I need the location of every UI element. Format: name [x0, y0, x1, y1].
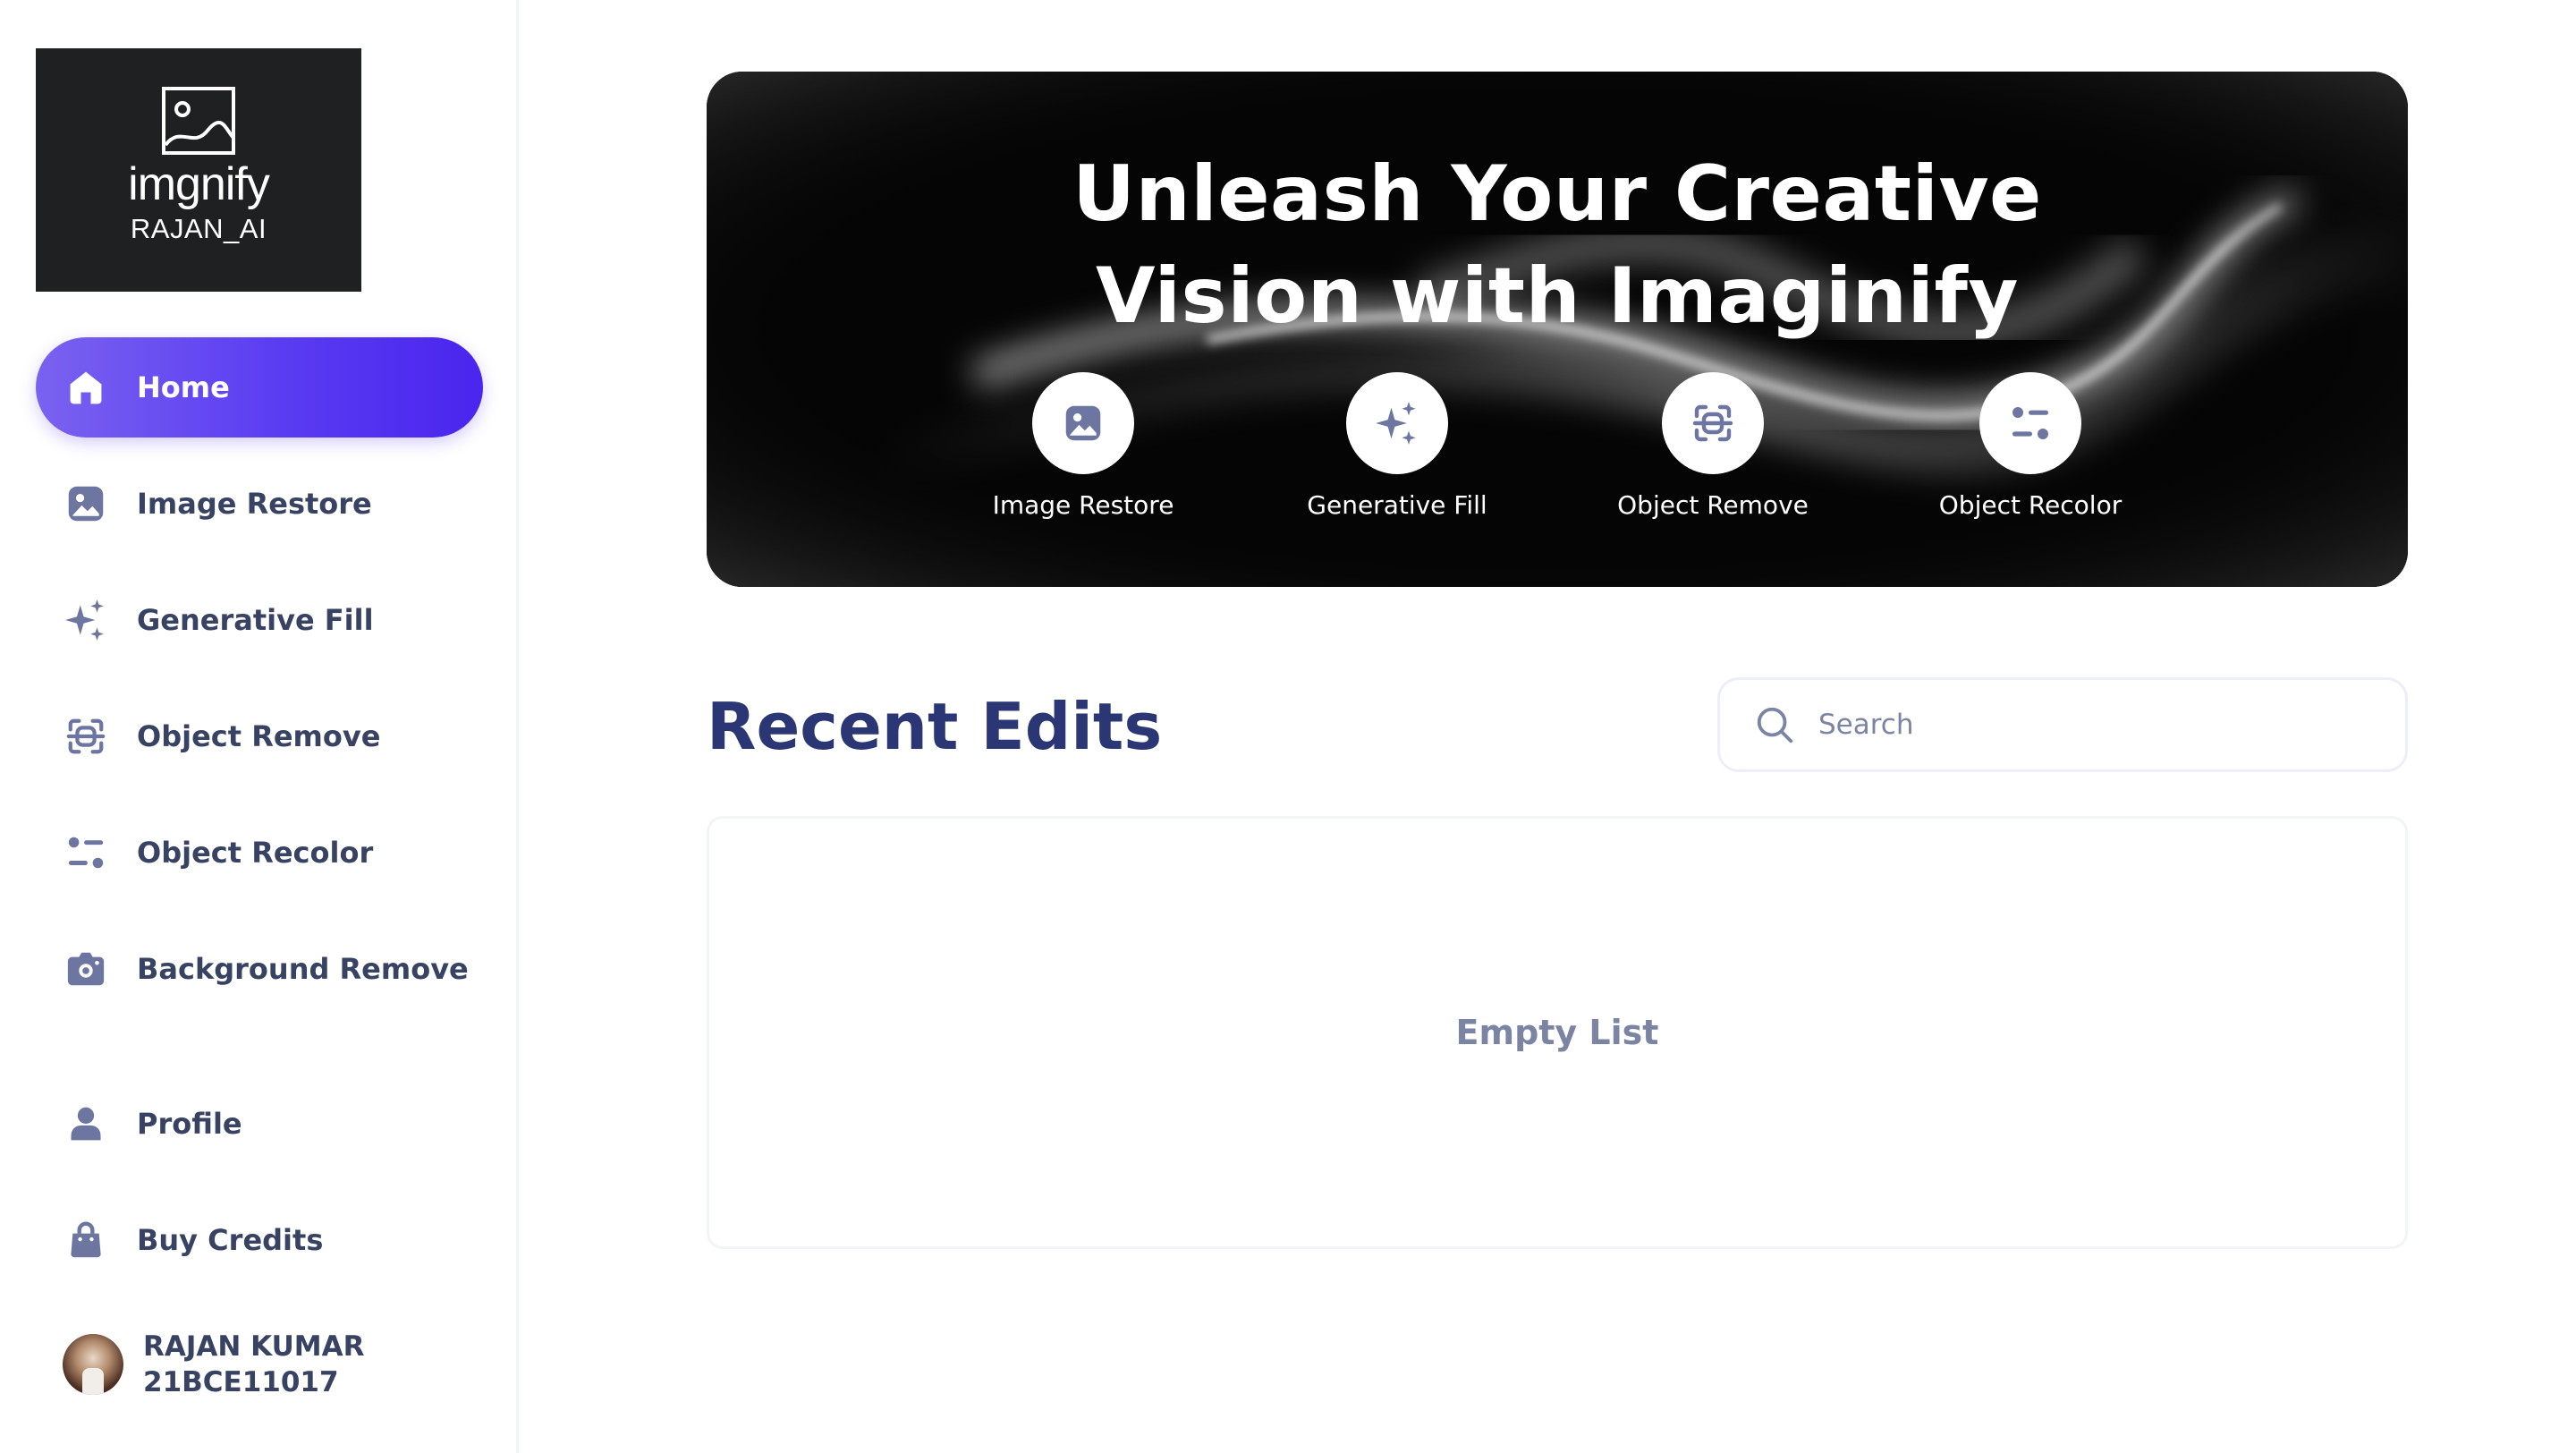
user-name: RAJAN KUMAR: [143, 1330, 365, 1363]
empty-list-text: Empty List: [1455, 1013, 1659, 1052]
brand-logo[interactable]: imgnify RAJAN_AI: [36, 48, 361, 292]
filter-icon: [63, 829, 109, 876]
search-icon: [1757, 707, 1793, 743]
sidebar-item-object-remove[interactable]: Object Remove: [36, 686, 483, 786]
camera-icon: [63, 946, 109, 992]
sidebar-item-label: Buy Credits: [137, 1223, 324, 1257]
user-name-block: RAJAN KUMAR 21BCE11017: [143, 1329, 365, 1400]
banner-title-line-2: Vision with Imaginify: [1095, 251, 2019, 341]
banner-tool-object-recolor[interactable]: Object Recolor: [1896, 372, 2165, 520]
tool-label: Object Remove: [1617, 490, 1809, 520]
brand-subtitle: RAJAN_AI: [130, 213, 267, 244]
tool-circle: [1346, 372, 1448, 474]
sparkles-icon: [1376, 402, 1416, 445]
user-id: 21BCE11017: [143, 1366, 339, 1398]
sidebar-item-image-restore[interactable]: Image Restore: [36, 454, 483, 554]
user-profile[interactable]: RAJAN KUMAR 21BCE11017: [63, 1324, 365, 1405]
banner-title: Unleash Your Creative Vision with Imagin…: [707, 143, 2408, 347]
sidebar-item-label: Image Restore: [137, 487, 372, 521]
avatar: [63, 1334, 123, 1395]
tool-circle: [1979, 372, 2081, 474]
sidebar-item-buy-credits[interactable]: Buy Credits: [36, 1190, 483, 1290]
sidebar-item-label: Profile: [137, 1107, 242, 1141]
sidebar-item-generative-fill[interactable]: Generative Fill: [36, 570, 483, 670]
sidebar-item-label: Home: [137, 370, 230, 404]
app-root: imgnify RAJAN_AI Home Image Restore Gene…: [0, 0, 2576, 1453]
tool-circle: [1662, 372, 1764, 474]
filter-icon: [2012, 407, 2048, 439]
tool-circle: [1032, 372, 1134, 474]
recent-edits-title: Recent Edits: [707, 689, 1163, 764]
bag-icon: [63, 1217, 109, 1263]
sparkles-icon: [63, 597, 109, 643]
tool-label: Object Recolor: [1938, 490, 2123, 520]
search-box[interactable]: [1717, 677, 2408, 772]
hero-banner: Unleash Your Creative Vision with Imagin…: [707, 72, 2408, 587]
scan-icon: [63, 713, 109, 760]
banner-title-line-1: Unleash Your Creative: [1072, 149, 2042, 239]
sidebar-item-home[interactable]: Home: [36, 337, 483, 438]
image-icon: [63, 480, 109, 527]
banner-tool-generative-fill[interactable]: Generative Fill: [1263, 372, 1531, 520]
image-frame-icon: [162, 87, 235, 155]
sidebar-item-background-remove[interactable]: Background Remove: [36, 919, 483, 1019]
banner-tool-object-remove[interactable]: Object Remove: [1579, 372, 1847, 520]
sidebar-item-object-recolor[interactable]: Object Recolor: [36, 803, 483, 903]
sidebar-item-label: Background Remove: [137, 952, 469, 986]
user-icon: [63, 1100, 109, 1147]
tool-label: Image Restore: [992, 490, 1174, 520]
sidebar-item-label: Object Remove: [137, 719, 381, 753]
search-input[interactable]: [1818, 709, 2355, 741]
banner-tool-image-restore[interactable]: Image Restore: [949, 372, 1217, 520]
scan-icon: [1692, 404, 1733, 442]
sidebar: imgnify RAJAN_AI Home Image Restore Gene…: [0, 0, 519, 1453]
recent-edits-list: Empty List: [707, 816, 2408, 1249]
sidebar-item-label: Object Recolor: [137, 836, 374, 870]
tool-label: Generative Fill: [1307, 490, 1487, 520]
image-icon: [1065, 405, 1101, 441]
sidebar-item-profile[interactable]: Profile: [36, 1074, 483, 1174]
brand-name: imgnify: [128, 158, 270, 210]
home-icon: [63, 364, 109, 411]
sidebar-item-label: Generative Fill: [137, 603, 374, 637]
